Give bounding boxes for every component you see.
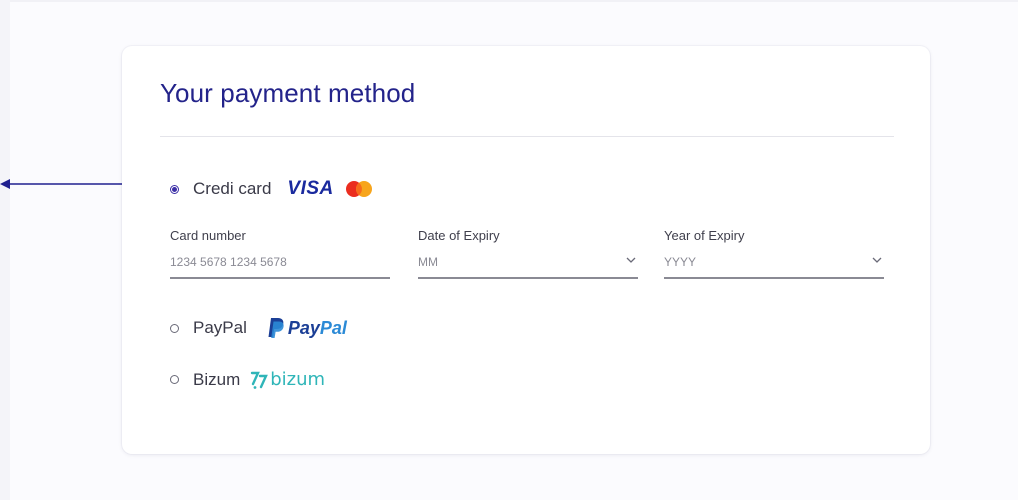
chevron-down-icon xyxy=(872,257,882,263)
payment-option-credit-card[interactable]: Credi card VISA xyxy=(170,178,374,200)
expiry-year-value: YYYY xyxy=(664,255,697,269)
expiry-month-value: MM xyxy=(418,255,438,269)
expiry-month-label: Date of Expiry xyxy=(418,228,500,243)
card-number-label: Card number xyxy=(170,228,246,243)
expiry-year-select[interactable]: YYYY xyxy=(664,253,884,279)
payment-option-paypal[interactable]: PayPal PayPal xyxy=(170,317,347,339)
payment-option-bizum[interactable]: Bizum bizum xyxy=(170,369,325,390)
expiry-month-field: Date of Expiry MM xyxy=(418,228,638,279)
top-edge xyxy=(0,0,1018,2)
card-number-input[interactable] xyxy=(170,253,390,271)
chevron-down-icon xyxy=(626,257,636,263)
credit-card-label: Credi card xyxy=(193,179,272,198)
paypal-wordmark-pal: Pal xyxy=(319,317,347,338)
paypal-wordmark-pay: Pay xyxy=(287,317,320,338)
title-divider xyxy=(160,136,894,137)
bizum-wordmark: bizum xyxy=(270,369,326,390)
payment-method-card: Your payment method Credi card VISA Card… xyxy=(122,46,930,454)
card-number-field: Card number xyxy=(170,228,390,279)
bizum-logo: bizum xyxy=(250,369,325,390)
expiry-year-label: Year of Expiry xyxy=(664,228,745,243)
paypal-p-icon xyxy=(268,318,284,338)
bizum-label: Bizum xyxy=(193,369,241,389)
expiry-month-select[interactable]: MM xyxy=(418,253,638,279)
page-title: Your payment method xyxy=(160,78,416,108)
left-edge xyxy=(0,0,10,500)
paypal-wordmark: PayPal xyxy=(288,318,347,339)
card-number-control xyxy=(170,253,390,279)
bizum-radio[interactable] xyxy=(170,375,179,384)
mastercard-icon xyxy=(345,181,372,197)
bizum-mark-icon xyxy=(251,371,269,389)
paypal-label: PayPal xyxy=(193,318,247,337)
paypal-logo: PayPal xyxy=(267,317,347,339)
paypal-radio[interactable] xyxy=(170,323,179,333)
credit-card-radio[interactable] xyxy=(170,184,179,194)
expiry-year-field: Year of Expiry YYYY xyxy=(664,228,884,279)
visa-logo: VISA xyxy=(287,178,334,199)
